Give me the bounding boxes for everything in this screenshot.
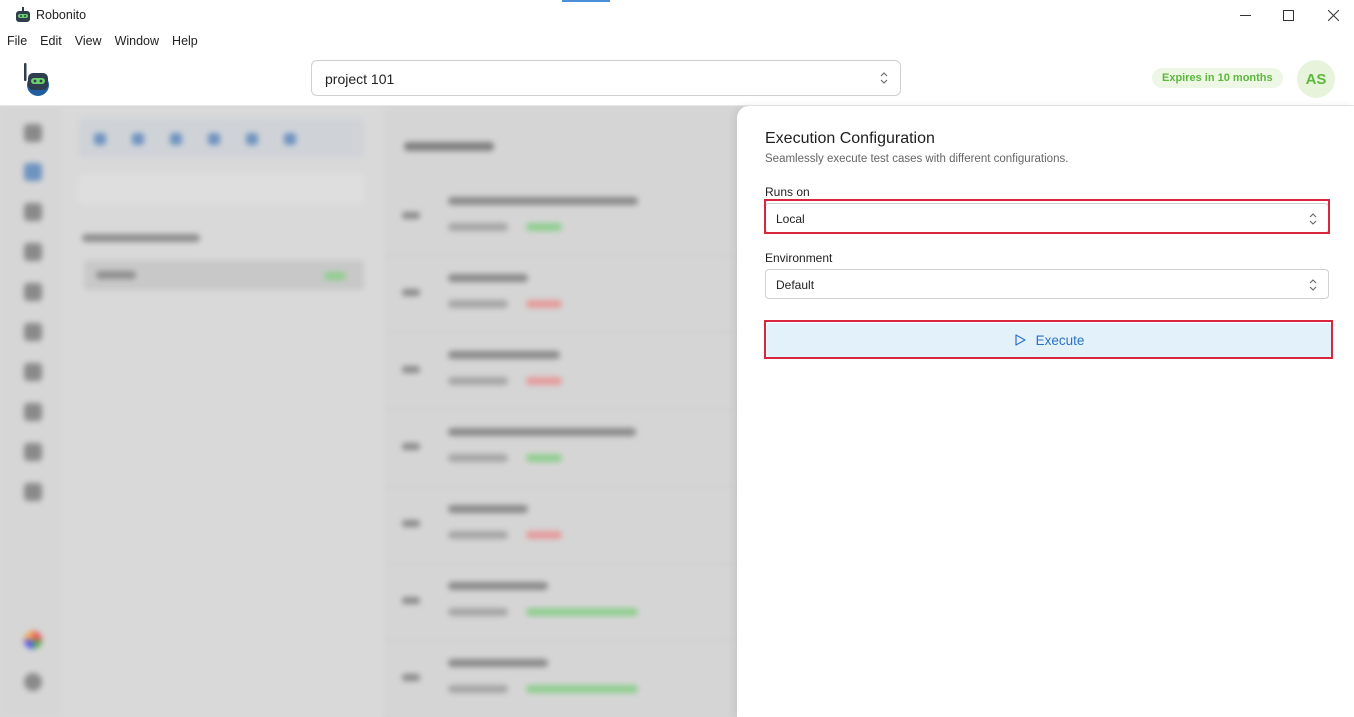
menu-window[interactable]: Window [108,31,165,51]
runs-on-label: Runs on [765,185,810,199]
menu-help[interactable]: Help [165,31,204,51]
panel-title: Execution Configuration [765,130,935,147]
user-avatar[interactable]: AS [1297,60,1335,98]
project-selector-value: project 101 [325,71,395,87]
chevron-up-down-icon [1309,279,1317,291]
environment-label: Environment [765,251,833,265]
menu-bar: File Edit View Window Help [0,31,204,51]
maximize-button[interactable] [1265,0,1311,30]
environment-value: Default [776,278,815,292]
execution-config-panel: Execution Configuration Seamlessly execu… [737,106,1354,717]
runs-on-highlight [764,199,1330,234]
robonito-app-icon [16,7,30,22]
environment-select[interactable]: Default [765,269,1329,299]
project-selector[interactable]: project 101 [311,60,901,96]
execute-highlight [764,320,1333,359]
robonito-logo[interactable] [18,61,54,97]
test-steps-list [384,106,738,717]
menu-view[interactable]: View [68,31,108,51]
minimize-icon [1239,14,1251,16]
title-bar-accent [562,0,610,2]
sidebar-rail [0,106,62,717]
menu-file[interactable]: File [0,31,33,51]
close-icon [1327,9,1339,21]
title-bar: Robonito [0,0,1354,31]
panel-subtitle: Seamlessly execute test cases with diffe… [765,153,1069,165]
license-expiry-badge: Expires in 10 months [1152,68,1283,88]
minimize-button[interactable] [1222,0,1268,30]
app-header: project 101 Expires in 10 months AS [0,52,1354,106]
chevron-up-down-icon [880,72,888,84]
menu-edit[interactable]: Edit [33,31,68,51]
test-tree-panel [62,106,384,717]
close-button[interactable] [1310,0,1354,30]
app-title: Robonito [36,8,87,22]
maximize-icon [1282,9,1294,21]
